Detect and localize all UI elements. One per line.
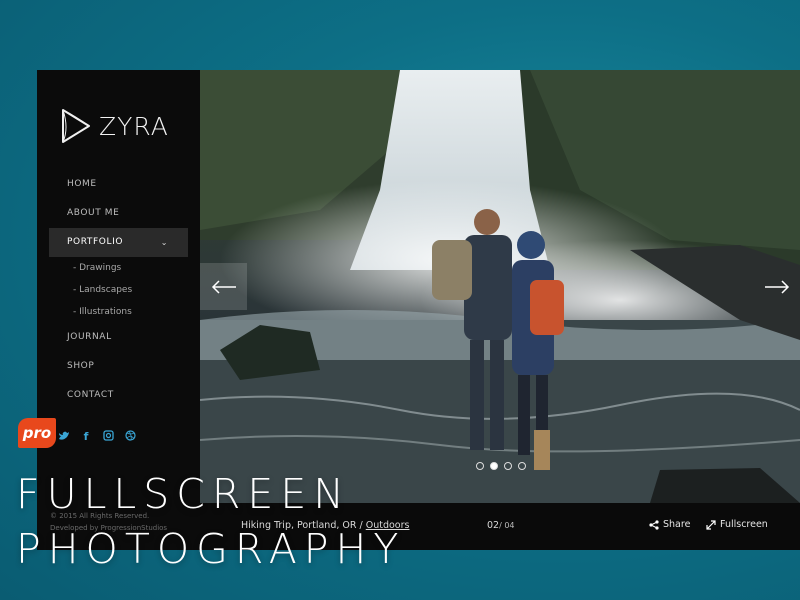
waterfall-photo <box>200 70 800 503</box>
share-label: Share <box>663 519 691 530</box>
nav-item-portfolio-label: PORTFOLIO <box>67 237 124 247</box>
chevron-down-icon: ⌄ <box>160 238 168 247</box>
pro-badge: pro <box>18 418 56 448</box>
prev-slide-button[interactable] <box>200 263 247 310</box>
nav-item-portfolio[interactable]: PORTFOLIO ⌄ <box>49 228 188 257</box>
share-icon <box>649 519 659 530</box>
current-slide: 02 <box>487 520 500 531</box>
arrow-left-icon <box>211 279 236 294</box>
total-slides: / 04 <box>499 521 515 530</box>
slide-dot[interactable] <box>518 462 526 470</box>
logo-icon <box>62 109 90 143</box>
logo-text: ZYRA <box>99 111 169 141</box>
social-links: f <box>57 430 137 444</box>
fullscreen-button[interactable]: Fullscreen <box>706 519 768 530</box>
dribbble-icon[interactable] <box>123 430 137 444</box>
next-slide-button[interactable] <box>753 263 800 310</box>
fullscreen-label: Fullscreen <box>720 519 768 530</box>
subnav-item-landscapes[interactable]: - Landscapes <box>49 279 188 301</box>
slide-counter: 02/ 04 <box>487 520 515 531</box>
slide-dots <box>476 462 526 470</box>
nav-item-journal[interactable]: JOURNAL <box>49 323 188 352</box>
nav-item-contact[interactable]: CONTACT <box>49 381 188 410</box>
main-nav: HOME ABOUT ME PORTFOLIO ⌄ - Drawings - L… <box>49 170 188 410</box>
instagram-icon[interactable] <box>101 430 115 444</box>
slide-dot[interactable] <box>490 462 498 470</box>
facebook-icon[interactable]: f <box>79 430 93 444</box>
twitter-icon[interactable] <box>57 430 71 444</box>
logo[interactable]: ZYRA <box>59 106 169 146</box>
slide-photo <box>200 70 800 503</box>
nav-item-home[interactable]: HOME <box>49 170 188 199</box>
nav-item-about-me[interactable]: ABOUT ME <box>49 199 188 228</box>
subnav-item-drawings[interactable]: - Drawings <box>49 257 188 279</box>
subnav-item-illustrations[interactable]: - Illustrations <box>49 301 188 323</box>
expand-icon <box>706 519 716 530</box>
slide-dot[interactable] <box>476 462 484 470</box>
share-button[interactable]: Share <box>649 519 690 530</box>
headline-line-1: FULLSCREEN <box>16 470 351 518</box>
headline-line-2: PHOTOGRAPHY <box>16 525 406 573</box>
slide-dot[interactable] <box>504 462 512 470</box>
arrow-right-icon <box>764 279 789 294</box>
nav-item-shop[interactable]: SHOP <box>49 352 188 381</box>
